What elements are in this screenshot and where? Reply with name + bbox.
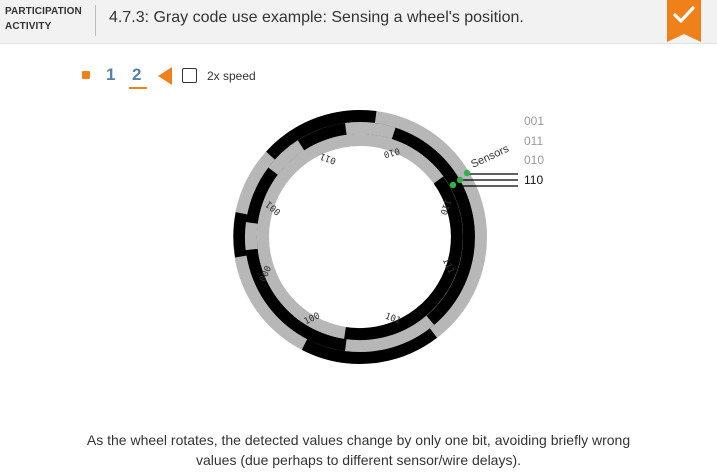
- sensor-value-3: 010: [524, 153, 544, 167]
- sensor-dot-3: [449, 181, 457, 189]
- sensor-value-current: 110: [524, 173, 543, 187]
- sensor-value-1: 001: [524, 114, 544, 128]
- sensors-label: Sensors: [469, 143, 511, 171]
- caption: As the wheel rotates, the detected value…: [40, 430, 677, 470]
- caption-line2: values (due perhaps to different sensor/…: [195, 452, 522, 468]
- middle-ring-gray-top: [345, 121, 396, 140]
- sensor-value-2: 011: [524, 134, 543, 148]
- middle-ring-gray-left: [244, 222, 258, 251]
- outer-ring-dark-left: [233, 212, 248, 258]
- segment-label-011: 011: [319, 150, 338, 165]
- caption-line1: As the wheel rotates, the detected value…: [86, 432, 631, 448]
- sensor-dot-2: [456, 176, 464, 184]
- sensor-dot-1: [463, 169, 471, 177]
- wheel-diagram: 011 010 110 111 101 100 000 001 Sensors …: [233, 110, 544, 364]
